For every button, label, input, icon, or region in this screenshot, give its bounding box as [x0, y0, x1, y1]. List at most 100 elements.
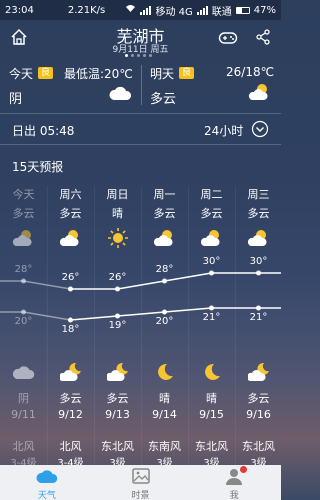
- today-min-temp: 最低温:20℃: [64, 67, 133, 81]
- forecast-night-condition: 多云: [247, 392, 270, 405]
- sunrise-row[interactable]: 日出 05:48 24小时: [0, 113, 281, 145]
- gamepad-icon[interactable]: [218, 30, 238, 46]
- status-time: 23:04: [5, 4, 34, 16]
- hourly-label[interactable]: 24小时: [204, 122, 243, 139]
- tomorrow-temps: 26/18℃: [226, 65, 275, 79]
- forecast-weekday: 周一: [153, 188, 176, 201]
- high-temp-line-point: [68, 286, 73, 292]
- today-label: 今天: [9, 67, 34, 81]
- forecast-day-condition: 多云: [59, 207, 82, 220]
- status-carrier-1: 移动 4G: [155, 6, 193, 18]
- status-network-speed: 2.21K/s: [67, 4, 106, 16]
- today-aqi-badge: 良: [38, 67, 54, 79]
- status-right: 移动 4G 联通 47%: [125, 3, 276, 18]
- temperature-chart: [0, 270, 281, 323]
- forecast-weekday: 今天: [12, 188, 35, 201]
- low-temp-line-past-segment: [0, 311, 71, 321]
- tab-me[interactable]: 我: [187, 465, 281, 500]
- tab-scenery-label: 时景: [131, 491, 150, 500]
- partly-cloudy-night-icon: [105, 361, 129, 383]
- moon-icon: [201, 361, 223, 383]
- status-bar: 23:04 2.21K/s 移动 4G 联通 47%: [0, 0, 281, 20]
- battery-icon: [235, 6, 250, 14]
- forecast-wind: 东北风: [101, 440, 134, 453]
- partly-cloudy-night-icon: [58, 361, 82, 383]
- today-condition: 阴: [9, 92, 23, 107]
- partly-cloudy-night-icon: [246, 361, 270, 383]
- tab-scenery[interactable]: 时景: [94, 465, 188, 500]
- forecast-weekday: 周三: [247, 188, 270, 201]
- forecast-title: 15天预报: [12, 160, 64, 174]
- partly-cloudy-icon: [12, 227, 35, 249]
- forecast-date: 9/13: [105, 408, 130, 421]
- weather-icon: [36, 467, 58, 485]
- forecast-day-condition: 晴: [112, 207, 123, 220]
- battery-percent: 47%: [253, 4, 276, 16]
- forecast-night-condition: 阴: [18, 392, 29, 405]
- forecast-day-condition: 多云: [200, 207, 223, 220]
- signal-icon: [140, 5, 152, 15]
- high-temp-line-point: [115, 286, 120, 292]
- forecast-wind: 东北风: [242, 440, 275, 453]
- forecast-day-condition: 多云: [12, 207, 35, 220]
- partly-cloudy-icon: [59, 227, 82, 249]
- cloudy-icon: [12, 361, 35, 383]
- forecast-date: 9/12: [58, 408, 83, 421]
- forecast-wind: 北风: [59, 440, 82, 453]
- high-temp-line-point: [162, 278, 167, 284]
- low-temp-line-point: [68, 317, 73, 323]
- forecast-date: 9/14: [152, 408, 177, 421]
- low-temp-line-point: [115, 313, 120, 319]
- high-temp-line-point: [256, 270, 261, 276]
- summary-divider: [141, 65, 142, 105]
- forecast-wind: 东南风: [148, 440, 181, 453]
- status-carrier-2: 联通: [211, 6, 232, 18]
- forecast-night-condition: 晴: [206, 392, 217, 405]
- forecast-night-condition: 多云: [106, 392, 129, 405]
- forecast-night-condition: 晴: [159, 392, 170, 405]
- low-temp-line-point: [21, 309, 26, 315]
- forecast-date: 9/11: [11, 408, 36, 421]
- tab-bar: 天气 时景 我: [0, 465, 281, 500]
- forecast-date: 9/15: [199, 408, 224, 421]
- moon-icon: [154, 361, 176, 383]
- tomorrow-label: 明天: [150, 67, 175, 81]
- cloudy-icon: [108, 84, 132, 106]
- low-temp-line-point: [162, 309, 167, 315]
- forecast-day-condition: 多云: [247, 207, 270, 220]
- partly-cloudy-icon: [153, 227, 176, 249]
- forecast-weekday: 周日: [106, 188, 129, 201]
- sunrise-time: 日出 05:48: [12, 124, 75, 138]
- low-temp-line-point: [256, 305, 261, 311]
- forecast-day-condition: 多云: [153, 207, 176, 220]
- high-temp-line-point: [21, 278, 26, 284]
- partly-cloudy-icon: [247, 227, 270, 249]
- partly-cloudy-icon: [248, 82, 272, 106]
- forecast-wind: 北风: [12, 440, 35, 453]
- forecast-night-condition: 多云: [59, 392, 82, 405]
- low-temp-line-point: [209, 305, 214, 311]
- tab-me-label: 我: [229, 491, 239, 500]
- forecast-date: 9/16: [246, 408, 271, 421]
- header: 芜湖市 9月11日 周五: [0, 20, 281, 58]
- high-temp-line: [70, 272, 281, 290]
- sunny-icon: [107, 227, 129, 249]
- page-indicator: [125, 54, 152, 57]
- wifi-icon: [125, 4, 136, 16]
- forecast-wind: 东北风: [195, 440, 228, 453]
- partly-cloudy-icon: [200, 227, 223, 249]
- notification-dot: [240, 466, 247, 473]
- high-temp-line-past-segment: [0, 280, 71, 290]
- tab-weather[interactable]: 天气: [0, 465, 94, 500]
- low-temp-line: [70, 307, 281, 321]
- tab-weather-label: 天气: [37, 491, 56, 500]
- signal-icon-2: [196, 5, 208, 15]
- photo-icon: [130, 467, 152, 485]
- chevron-down-icon[interactable]: [251, 120, 269, 138]
- forecast-weekday: 周二: [200, 188, 223, 201]
- high-temp-line-point: [209, 270, 214, 276]
- tomorrow-condition: 多云: [150, 92, 177, 107]
- forecast-weekday: 周六: [59, 188, 82, 201]
- share-icon[interactable]: [255, 29, 271, 45]
- tomorrow-aqi-badge: 良: [179, 67, 195, 79]
